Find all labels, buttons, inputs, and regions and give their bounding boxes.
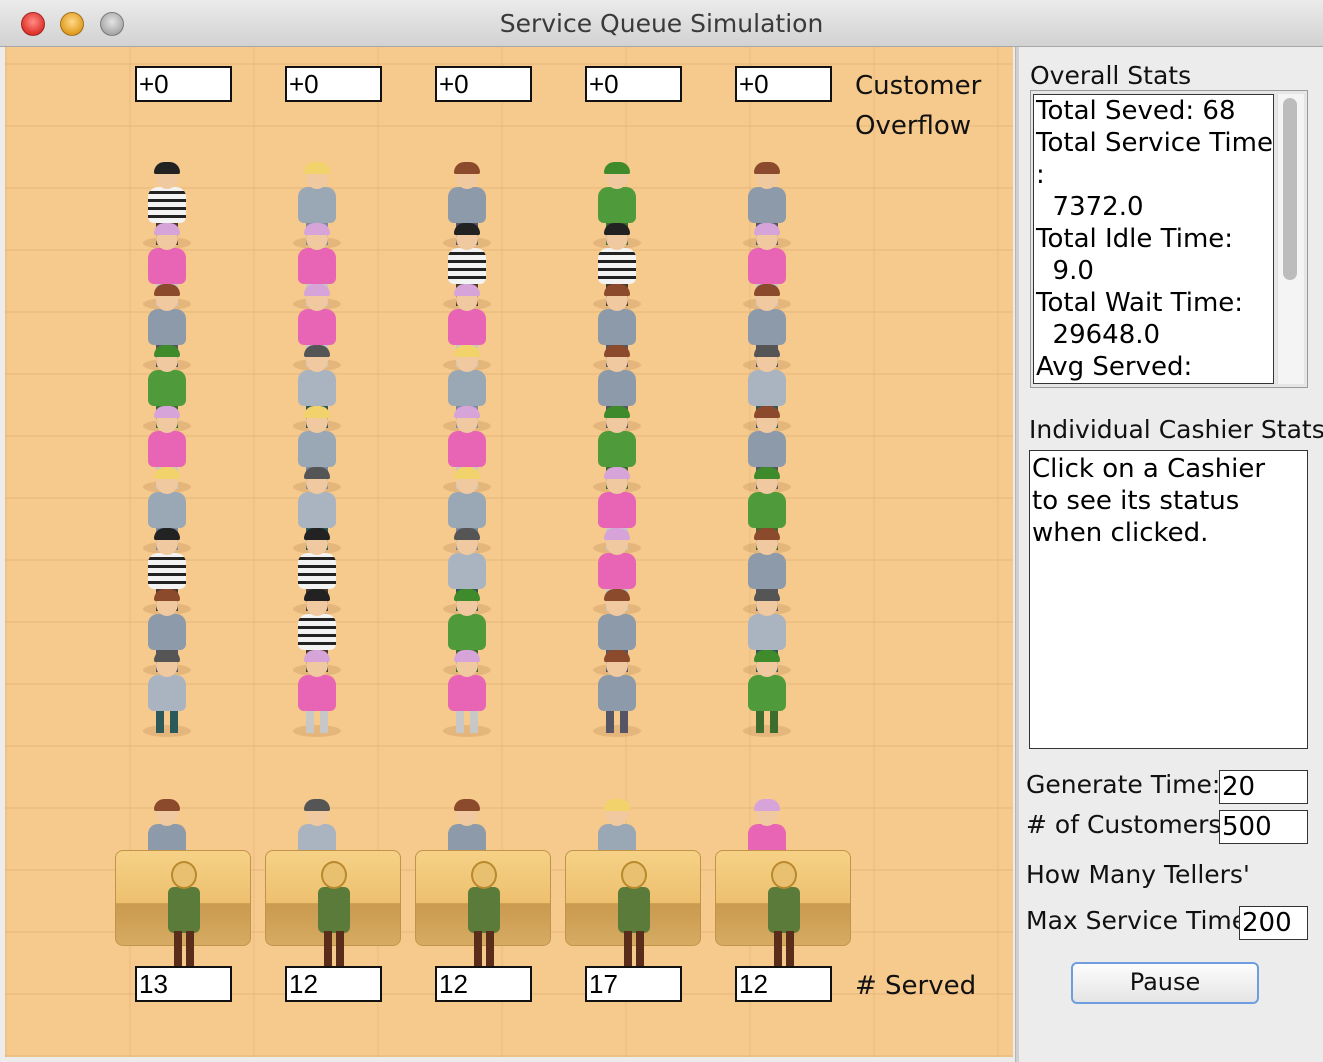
served-box-3: 12 <box>435 966 532 1002</box>
customer-overflow-label-2: Overflow <box>855 111 972 141</box>
app-window: Service Queue Simulation +0 +0 +0 +0 +0 Custo… <box>0 0 1323 1062</box>
generate-time-label: Generate Time: <box>1026 770 1221 799</box>
title-bar: Service Queue Simulation <box>0 0 1323 47</box>
customer <box>439 650 495 737</box>
overall-stats-scroll-thumb[interactable] <box>1283 98 1297 280</box>
customers-input[interactable]: 500 <box>1219 810 1308 844</box>
cashier-1[interactable] <box>163 861 203 969</box>
customer <box>739 650 795 737</box>
served-box-1: 13 <box>135 966 232 1002</box>
cashier-stats-title: Individual Cashier Stats <box>1029 415 1323 444</box>
customers-label: # of Customers <box>1026 810 1222 839</box>
overflow-box-4: +0 <box>585 66 682 102</box>
max-service-time-label: Max Service Time <box>1026 906 1248 935</box>
panel-divider <box>1015 47 1019 1062</box>
cashier-stats-text[interactable]: Click on a Cashier to see its status whe… <box>1029 450 1308 749</box>
simulation-canvas: +0 +0 +0 +0 +0 Customer Overflow 13 12 12 17 12 # Se… <box>5 47 1013 1057</box>
overflow-box-2: +0 <box>285 66 382 102</box>
overflow-box-1: +0 <box>135 66 232 102</box>
customer-overflow-label: Customer <box>855 71 982 101</box>
customer <box>139 650 195 737</box>
window-title: Service Queue Simulation <box>499 9 824 38</box>
cashier-4[interactable] <box>613 861 653 969</box>
served-label: # Served <box>855 971 977 1001</box>
overflow-box-3: +0 <box>435 66 532 102</box>
cashier-3[interactable] <box>463 861 503 969</box>
tellers-label: How Many Tellers' <box>1026 860 1250 889</box>
customer <box>589 650 645 737</box>
overall-stats-text[interactable]: Total Seved: 68 Total Service Time : 737… <box>1033 94 1274 384</box>
pause-button[interactable]: Pause <box>1071 962 1259 1004</box>
generate-time-input[interactable]: 20 <box>1219 770 1308 804</box>
customer <box>289 650 345 737</box>
served-box-2: 12 <box>285 966 382 1002</box>
max-service-time-input[interactable]: 200 <box>1239 906 1308 940</box>
served-box-4: 17 <box>585 966 682 1002</box>
cashier-2[interactable] <box>313 861 353 969</box>
overflow-box-5: +0 <box>735 66 832 102</box>
served-box-5: 12 <box>735 966 832 1002</box>
cashier-5[interactable] <box>763 861 803 969</box>
overall-stats-title: Overall Stats <box>1030 61 1192 90</box>
